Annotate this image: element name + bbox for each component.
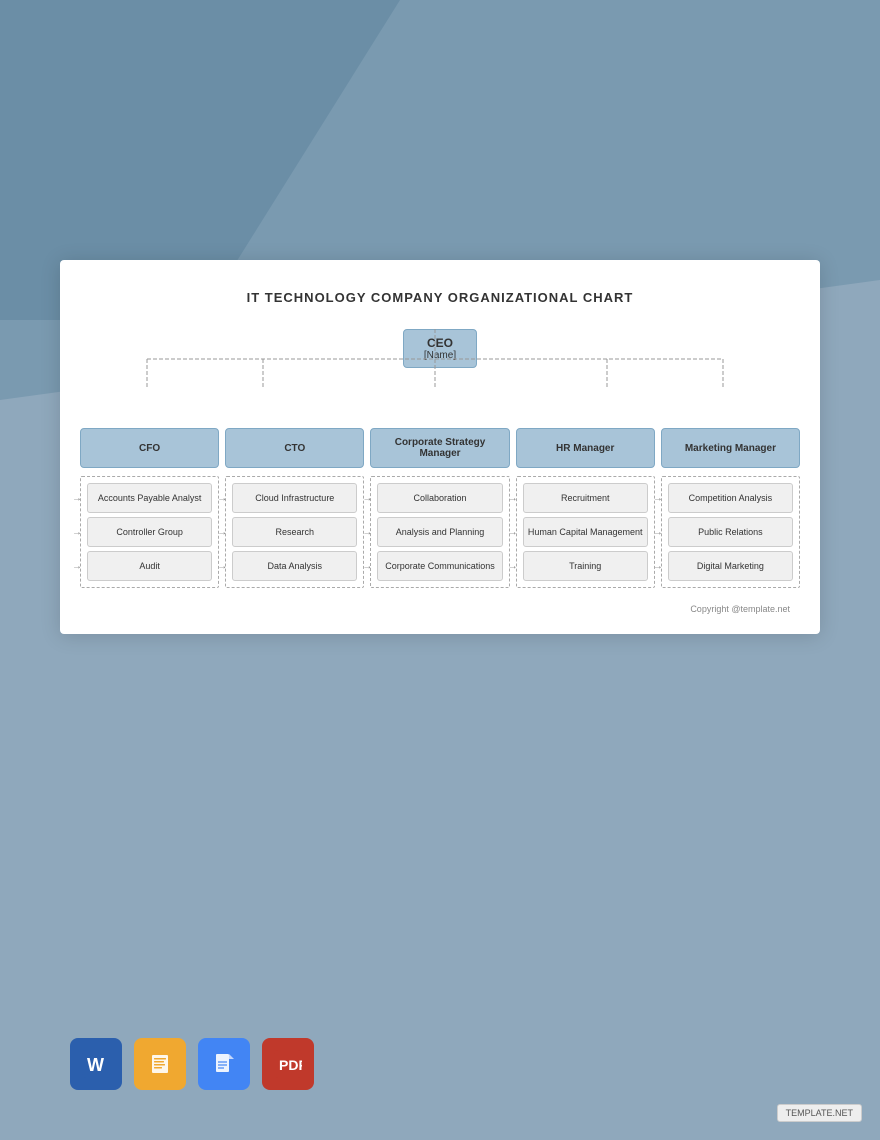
template-badge: TEMPLATE.NET (777, 1104, 862, 1122)
svg-text:PDF: PDF (279, 1057, 302, 1073)
word-icon[interactable]: W (70, 1038, 122, 1090)
dept-header-cto: CTO (225, 428, 364, 468)
copyright-text: Copyright @template.net (80, 604, 800, 614)
mm-item-2: Public Relations (668, 517, 793, 547)
column-mm: Marketing Manager Competition Analysis P… (661, 428, 800, 588)
cfo-subitems: Accounts Payable Analyst Controller Grou… (80, 476, 219, 588)
docs-icon[interactable] (198, 1038, 250, 1090)
acrobat-icon[interactable]: PDF (262, 1038, 314, 1090)
cto-item-1: Cloud Infrastructure (232, 483, 357, 513)
mm-item-1: Competition Analysis (668, 483, 793, 513)
pages-icon[interactable] (134, 1038, 186, 1090)
column-csm: Corporate Strategy Manager Collaboration… (370, 428, 509, 588)
svg-text:W: W (87, 1055, 104, 1075)
column-hrm: HR Manager Recruitment Human Capital Man… (516, 428, 655, 588)
ceo-role: CEO (424, 336, 456, 350)
csm-subitems: Collaboration Analysis and Planning Corp… (370, 476, 509, 588)
cto-item-2: Research (232, 517, 357, 547)
template-badge-text: TEMPLATE.NET (786, 1108, 853, 1118)
hrm-item-2: Human Capital Management (523, 517, 648, 547)
acrobat-icon-svg: PDF (274, 1050, 302, 1078)
ceo-row: CEO [Name] (80, 329, 800, 368)
csm-item-3: Corporate Communications (377, 551, 502, 581)
mm-item-3: Digital Marketing (668, 551, 793, 581)
org-chart-card: IT TECHNOLOGY COMPANY ORGANIZATIONAL CHA… (60, 260, 820, 634)
cto-subitems: Cloud Infrastructure Research Data Analy… (225, 476, 364, 588)
docs-icon-svg (210, 1050, 238, 1078)
cfo-item-2: Controller Group (87, 517, 212, 547)
bottom-icons-row: W PDF (70, 1038, 314, 1090)
word-icon-svg: W (82, 1050, 110, 1078)
dept-header-mm: Marketing Manager (661, 428, 800, 468)
departments-row: CFO Accounts Payable Analyst Controller … (80, 368, 800, 588)
dept-header-cfo: CFO (80, 428, 219, 468)
column-cfo: CFO Accounts Payable Analyst Controller … (80, 428, 219, 588)
ceo-name: [Name] (424, 350, 456, 361)
pages-icon-svg (146, 1050, 174, 1078)
ceo-box: CEO [Name] (403, 329, 477, 368)
csm-item-1: Collaboration (377, 483, 502, 513)
hrm-subitems: Recruitment Human Capital Management Tra… (516, 476, 655, 588)
dept-header-hrm: HR Manager (516, 428, 655, 468)
dept-header-csm: Corporate Strategy Manager (370, 428, 509, 468)
chart-title: IT TECHNOLOGY COMPANY ORGANIZATIONAL CHA… (80, 290, 800, 305)
csm-item-2: Analysis and Planning (377, 517, 502, 547)
cfo-item-1: Accounts Payable Analyst (87, 483, 212, 513)
hrm-item-3: Training (523, 551, 648, 581)
cto-item-3: Data Analysis (232, 551, 357, 581)
org-chart-wrapper: CEO [Name] CFO Accounts Payable Analyst (80, 329, 800, 588)
hrm-item-1: Recruitment (523, 483, 648, 513)
cfo-item-3: Audit (87, 551, 212, 581)
column-cto: CTO Cloud Infrastructure Research Data A… (225, 428, 364, 588)
mm-subitems: Competition Analysis Public Relations Di… (661, 476, 800, 588)
